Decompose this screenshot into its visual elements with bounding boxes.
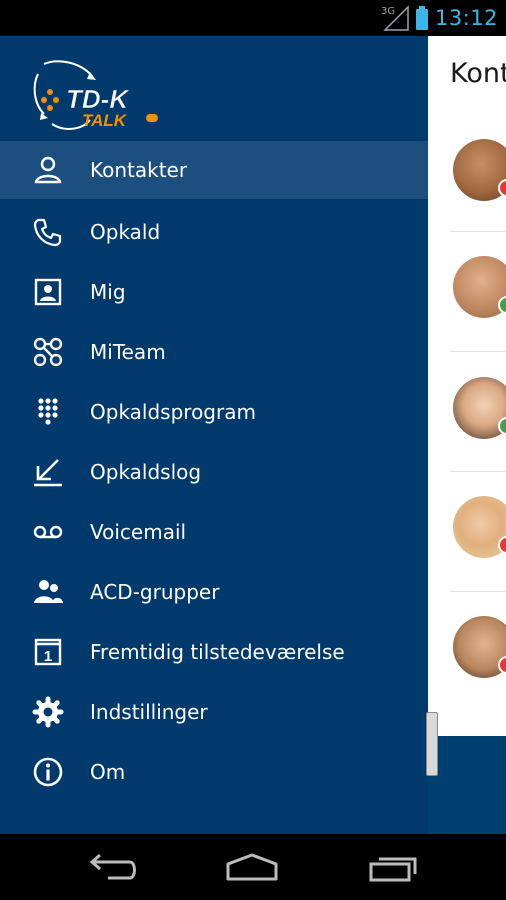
battery-icon bbox=[415, 6, 428, 30]
nav-item-mig[interactable]: Mig bbox=[0, 263, 428, 321]
status-bar: 3G 13:12 bbox=[0, 0, 506, 36]
nav-item-label: Kontakter bbox=[90, 158, 188, 182]
nav-item-label: Voicemail bbox=[90, 520, 187, 544]
status-icons: 3G 13:12 bbox=[381, 4, 498, 32]
nav-item-voicemail[interactable]: Voicemail bbox=[0, 503, 428, 561]
info-icon bbox=[30, 754, 66, 790]
nav-item-label: Om bbox=[90, 760, 126, 784]
nav-item-label: Mig bbox=[90, 280, 126, 304]
nav-item-label: Opkald bbox=[90, 220, 161, 244]
nav-item-opkaldsprogram[interactable]: Opkaldsprogram bbox=[0, 383, 428, 441]
group-icon bbox=[30, 574, 66, 610]
nav-item-fremtidig-tilstedevaerelse[interactable]: 1 Fremtidig tilstedeværelse bbox=[0, 623, 428, 681]
nav-item-opkaldslog[interactable]: Opkaldslog bbox=[0, 443, 428, 501]
back-icon bbox=[89, 853, 136, 880]
nav-item-label: Indstillinger bbox=[90, 700, 208, 724]
voicemail-icon bbox=[30, 514, 66, 550]
contact-card-icon bbox=[30, 274, 66, 310]
contacts-footer-bar bbox=[428, 736, 506, 834]
phone-icon bbox=[30, 214, 66, 250]
contact-row[interactable] bbox=[450, 472, 506, 592]
nav-item-acd-grupper[interactable]: ACD-grupper bbox=[0, 563, 428, 621]
contact-row[interactable] bbox=[450, 232, 506, 352]
nav-item-label: ACD-grupper bbox=[90, 580, 220, 604]
back-button[interactable] bbox=[82, 844, 142, 890]
person-icon bbox=[30, 152, 66, 188]
svg-text:1: 1 bbox=[44, 648, 52, 665]
contact-row[interactable] bbox=[450, 592, 506, 711]
nav-item-label: Opkaldslog bbox=[90, 460, 202, 484]
nav-item-om[interactable]: Om bbox=[0, 743, 428, 801]
team-nodes-icon bbox=[30, 334, 66, 370]
home-button[interactable] bbox=[222, 844, 282, 890]
drawer-edge-handle[interactable] bbox=[426, 712, 438, 776]
contacts-title: Kont bbox=[450, 58, 506, 89]
nav-item-label: MiTeam bbox=[90, 340, 166, 364]
nav-item-opkald[interactable]: Opkald bbox=[0, 203, 428, 261]
call-log-icon bbox=[30, 454, 66, 490]
signal-icon: 3G bbox=[381, 5, 409, 31]
nav-item-kontakter[interactable]: Kontakter bbox=[0, 141, 428, 199]
recent-apps-button[interactable] bbox=[364, 844, 424, 890]
calendar-icon: 1 bbox=[30, 634, 66, 670]
svg-text:TALK: TALK bbox=[82, 111, 128, 130]
dialpad-icon bbox=[30, 394, 66, 430]
recent-apps-icon bbox=[369, 857, 417, 882]
home-icon bbox=[226, 853, 278, 881]
nav-item-label: Fremtidig tilstedeværelse bbox=[90, 640, 345, 664]
nav-item-indstillinger[interactable]: Indstillinger bbox=[0, 683, 428, 741]
contact-row[interactable] bbox=[450, 352, 506, 472]
svg-text:TD-K: TD-K bbox=[66, 84, 130, 114]
app-logo: TD-K TALK bbox=[30, 56, 170, 136]
gear-icon bbox=[30, 694, 66, 730]
nav-item-miteam[interactable]: MiTeam bbox=[0, 323, 428, 381]
clock: 13:12 bbox=[434, 6, 498, 30]
system-navigation-bar bbox=[0, 834, 506, 900]
navigation-drawer: TD-K TALK Kontakter Opkald Mig MiTeam Op… bbox=[0, 36, 428, 834]
contact-row[interactable] bbox=[450, 116, 506, 232]
nav-item-label: Opkaldsprogram bbox=[90, 400, 256, 424]
